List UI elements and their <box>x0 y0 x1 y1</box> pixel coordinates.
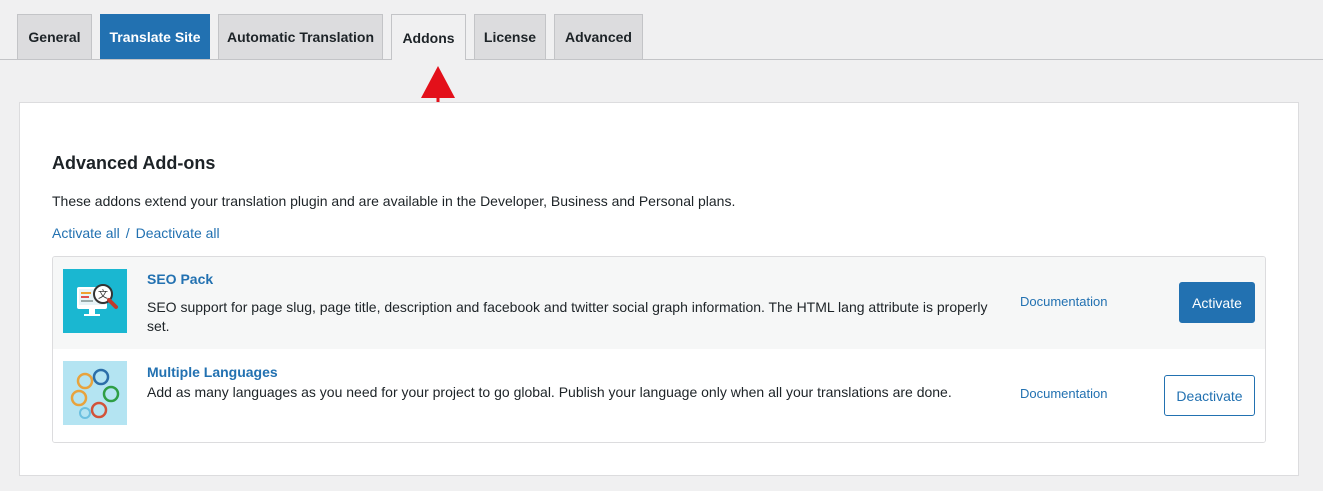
bulk-actions: Activate all / Deactivate all <box>52 225 220 241</box>
addon-name-seo-pack[interactable]: SEO Pack <box>147 271 213 287</box>
tab-addons[interactable]: Addons <box>391 14 466 60</box>
section-description: These addons extend your translation plu… <box>52 193 736 209</box>
deactivate-button[interactable]: Deactivate <box>1164 375 1255 416</box>
documentation-link[interactable]: Documentation <box>1020 294 1107 309</box>
addon-name-multiple-languages[interactable]: Multiple Languages <box>147 364 278 380</box>
speech-bubbles-icon <box>63 361 127 425</box>
addons-panel: Advanced Add-ons These addons extend you… <box>19 102 1299 476</box>
addon-description: SEO support for page slug, page title, d… <box>147 299 988 334</box>
tab-translate-site[interactable]: Translate Site <box>100 14 210 59</box>
settings-tabs: General Translate Site Automatic Transla… <box>0 0 1323 60</box>
addon-row-multiple-languages: Multiple Languages Add as many languages… <box>53 349 1265 442</box>
addons-list: 文 SEO Pack SEO support for page slug, pa… <box>52 256 1266 443</box>
deactivate-all-link[interactable]: Deactivate all <box>136 225 220 241</box>
bulk-separator: / <box>125 225 130 241</box>
activate-all-link[interactable]: Activate all <box>52 225 120 241</box>
activate-button[interactable]: Activate <box>1179 282 1255 323</box>
tab-license[interactable]: License <box>474 14 546 59</box>
addon-row-seo-pack: 文 SEO Pack SEO support for page slug, pa… <box>53 257 1265 349</box>
seo-monitor-translate-icon: 文 <box>63 269 127 333</box>
addon-description: Add as many languages as you need for yo… <box>147 384 952 400</box>
documentation-link[interactable]: Documentation <box>1020 386 1107 401</box>
section-title: Advanced Add-ons <box>52 153 216 173</box>
tab-automatic-translation[interactable]: Automatic Translation <box>218 14 383 59</box>
svg-text:文: 文 <box>98 288 108 301</box>
tab-advanced[interactable]: Advanced <box>554 14 643 59</box>
tab-general[interactable]: General <box>17 14 92 59</box>
tabs-divider <box>0 59 1323 60</box>
